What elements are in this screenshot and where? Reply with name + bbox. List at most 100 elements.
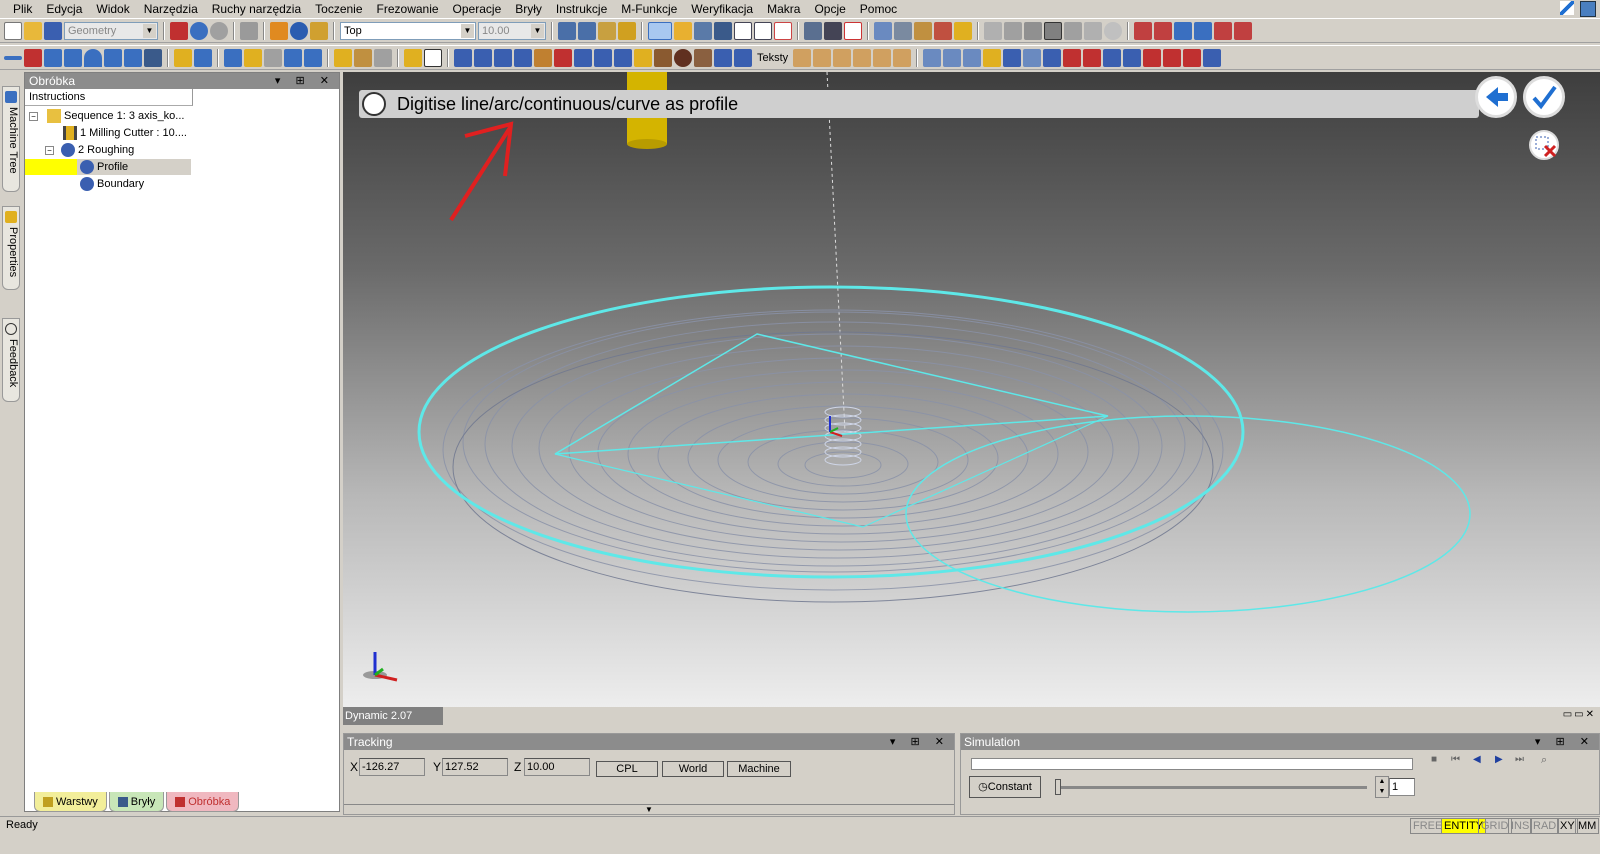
surf-e-icon[interactable] (1003, 48, 1022, 67)
layer-n-icon[interactable] (714, 48, 732, 67)
plane-f-icon[interactable] (1084, 21, 1102, 40)
layer-i-icon[interactable] (614, 48, 632, 67)
arc-icon[interactable] (84, 48, 102, 67)
plane-e-icon[interactable] (1064, 21, 1082, 40)
surf-a-icon[interactable] (923, 48, 942, 67)
tab-bryly[interactable]: Bryły (108, 792, 165, 812)
tree-item-sequence[interactable]: − Sequence 1: 3 axis_ko... (29, 108, 184, 124)
iso-view-icon[interactable] (648, 21, 672, 40)
speed-slider-thumb[interactable] (1055, 779, 1061, 795)
instructions-column-header[interactable]: Instructions (25, 89, 193, 106)
snap-point-icon[interactable] (578, 21, 596, 40)
menu-narzedzia[interactable]: Narzędzia (137, 0, 205, 18)
menu-opcje[interactable]: Opcje (807, 0, 852, 18)
text-a-icon[interactable] (793, 48, 812, 67)
surf-g-icon[interactable] (1043, 48, 1062, 67)
layer-a-icon[interactable] (454, 48, 472, 67)
menu-pomoc[interactable]: Pomoc (853, 0, 904, 18)
chamfer-icon[interactable] (64, 48, 82, 67)
menu-edycja[interactable]: Edycja (39, 0, 89, 18)
layout-close-icon[interactable] (774, 21, 792, 40)
save-icon[interactable] (44, 21, 62, 40)
help-icon[interactable] (1580, 1, 1596, 17)
menu-toczenie[interactable]: Toczenie (308, 0, 369, 18)
menu-makra[interactable]: Makra (760, 0, 807, 18)
bore-icon[interactable] (374, 48, 392, 67)
layer-k-icon[interactable] (654, 48, 672, 67)
menu-m-funkcje[interactable]: M-Funkcje (614, 0, 684, 18)
tab-properties[interactable]: Properties (2, 206, 20, 290)
op-a-icon[interactable] (1134, 21, 1152, 40)
undo-icon[interactable] (190, 21, 208, 40)
geometry-combo[interactable]: Geometry ▼ (64, 21, 158, 40)
tool-a-icon[interactable] (894, 21, 912, 40)
op-f-icon[interactable] (1234, 21, 1252, 40)
tree-item-roughing[interactable]: − 2 Roughing (45, 142, 134, 158)
query-icon[interactable] (310, 21, 328, 40)
status-mm[interactable]: MM (1575, 818, 1600, 834)
zoom-sim-icon[interactable]: ⌕ (1541, 754, 1547, 767)
menu-operacje[interactable]: Operacje (446, 0, 509, 18)
nc-icon[interactable] (424, 48, 442, 67)
status-grid[interactable]: GRID (1478, 818, 1512, 834)
menu-ruchy-narzedzia[interactable]: Ruchy narzędzia (205, 0, 308, 18)
layer-c-icon[interactable] (494, 48, 512, 67)
status-rad[interactable]: RAD (1530, 818, 1560, 834)
open-folder-icon[interactable] (24, 21, 42, 40)
new-file-icon[interactable] (4, 21, 22, 40)
analyze-icon[interactable] (270, 21, 288, 40)
confirm-button[interactable] (1523, 76, 1565, 118)
extend-icon[interactable] (124, 48, 142, 67)
simulation-controls[interactable]: ▾ ⊞ ✕ (1535, 734, 1595, 750)
tab-warstwy[interactable]: Warstwy (34, 792, 107, 812)
stop-icon[interactable]: ■ (1431, 754, 1437, 765)
step-spinner[interactable]: ▲ ▼ (1375, 776, 1389, 798)
text-e-icon[interactable] (873, 48, 892, 67)
machine-icon[interactable] (804, 21, 822, 40)
collapse-toggle[interactable]: − (29, 111, 38, 121)
surf-b-icon[interactable] (943, 48, 962, 67)
tool-b-icon[interactable] (914, 21, 932, 40)
layer-d-icon[interactable] (514, 48, 532, 67)
contour-icon[interactable] (264, 48, 282, 67)
layout-single-icon[interactable] (734, 21, 752, 40)
plane-c-icon[interactable] (1024, 21, 1042, 40)
menu-frezowanie[interactable]: Frezowanie (370, 0, 446, 18)
layer-l-icon[interactable] (674, 48, 692, 67)
shade-icon[interactable] (674, 21, 692, 40)
layer-g-icon[interactable] (574, 48, 592, 67)
tab-machine-tree[interactable]: Machine Tree (2, 86, 20, 192)
text-f-icon[interactable] (893, 48, 912, 67)
menu-plik[interactable]: Plik (6, 0, 39, 18)
rewind-icon[interactable]: ⏮ (1451, 754, 1460, 765)
face-icon[interactable] (284, 48, 302, 67)
gear-op-icon[interactable] (334, 48, 352, 67)
nc-a-icon[interactable] (404, 48, 422, 67)
spline-icon[interactable] (104, 48, 122, 67)
pocket-icon[interactable] (244, 48, 262, 67)
drill-icon[interactable] (194, 48, 212, 67)
menu-instrukcje[interactable]: Instrukcje (549, 0, 614, 18)
layer-o-icon[interactable] (734, 48, 752, 67)
step-back-icon[interactable]: ◀ (1473, 754, 1481, 765)
layer-f-icon[interactable] (554, 48, 572, 67)
surf-j-icon[interactable] (1103, 48, 1122, 67)
plane-a-icon[interactable] (984, 21, 1002, 40)
info-icon[interactable] (290, 21, 308, 40)
surf-n-icon[interactable] (1183, 48, 1202, 67)
tracking-expand-bar[interactable]: ▼ (344, 804, 954, 814)
step-field[interactable]: 1 (1389, 778, 1415, 796)
back-button[interactable] (1475, 76, 1517, 118)
plane-g-icon[interactable] (1104, 21, 1122, 40)
status-ins[interactable]: INS (1508, 818, 1533, 834)
wire-icon[interactable] (694, 21, 712, 40)
surf-l-icon[interactable] (1143, 48, 1162, 67)
text-b-icon[interactable] (813, 48, 832, 67)
graphics-viewport[interactable]: Digitise line/arc/continuous/curve as pr… (343, 72, 1600, 725)
snap-icon[interactable] (558, 21, 576, 40)
surf-o-icon[interactable] (1203, 48, 1222, 67)
window-controls-icon[interactable]: ▭▭✕ (1563, 709, 1596, 720)
grid-icon[interactable] (824, 21, 842, 40)
surf-d-icon[interactable] (983, 48, 1002, 67)
machine-button[interactable]: Machine (727, 761, 791, 777)
